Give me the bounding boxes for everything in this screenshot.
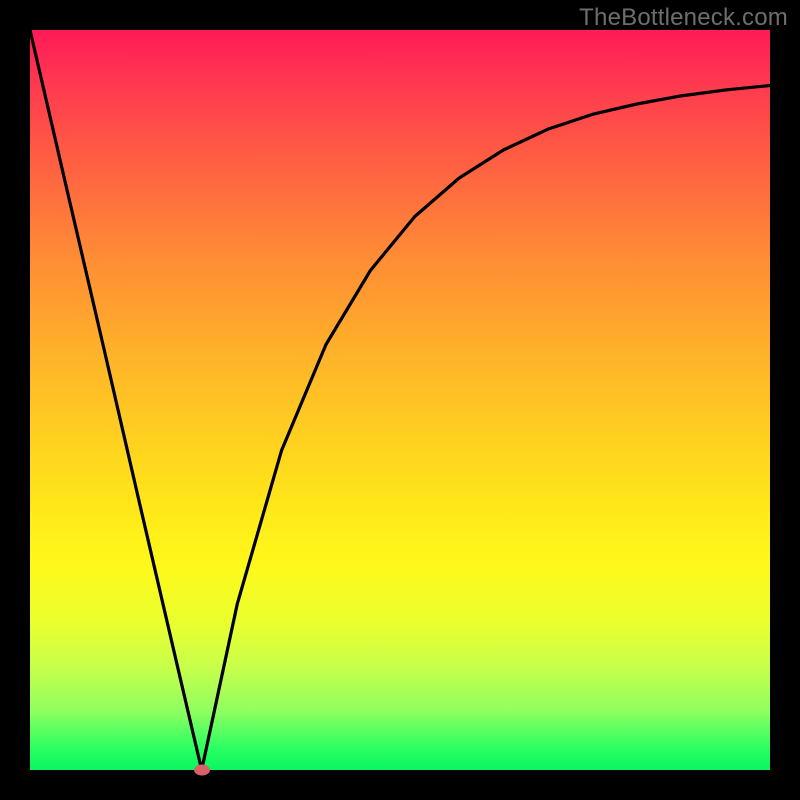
plot-area (30, 30, 770, 770)
watermark-label: TheBottleneck.com (579, 4, 788, 32)
bottleneck-curve (30, 30, 770, 770)
chart-frame: TheBottleneck.com (0, 0, 800, 800)
minimum-marker (194, 765, 210, 776)
